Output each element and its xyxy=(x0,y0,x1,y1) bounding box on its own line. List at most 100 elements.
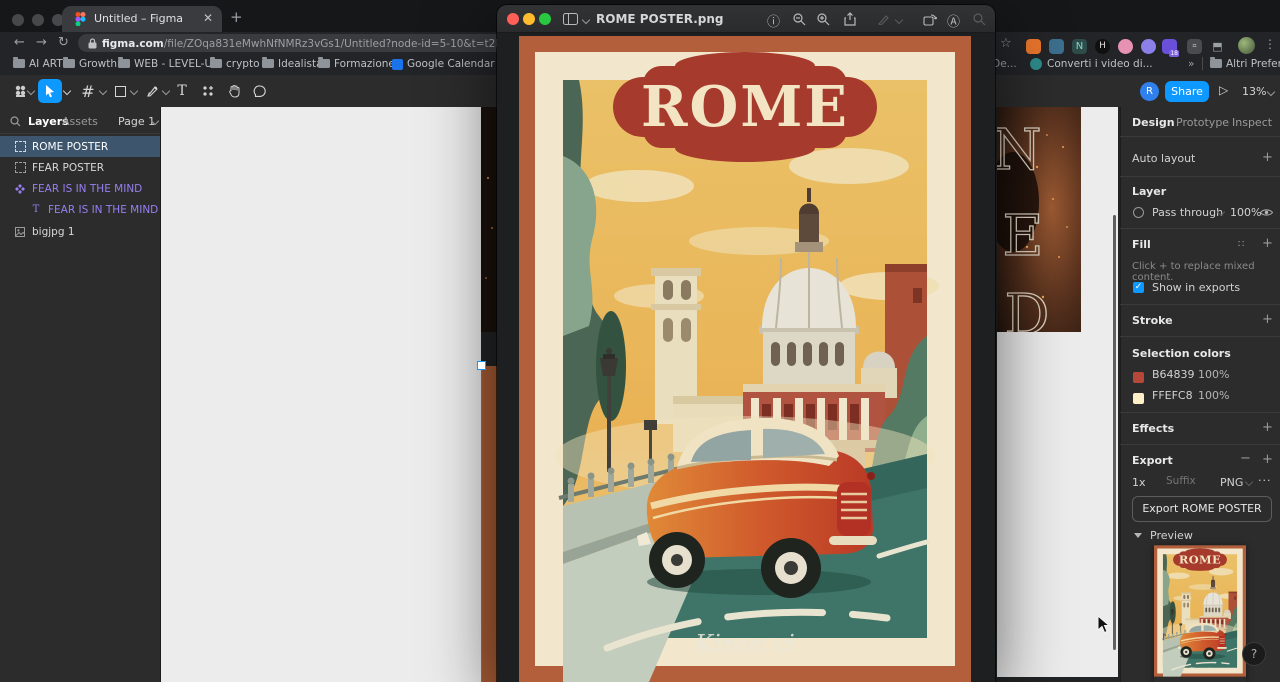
close-window-icon[interactable] xyxy=(12,14,24,26)
zoom-window-icon[interactable] xyxy=(539,13,551,25)
layer-row-fear-poster[interactable]: FEAR POSTER xyxy=(0,157,160,178)
tab-design[interactable]: Design xyxy=(1132,116,1175,129)
blend-mode-value[interactable]: Pass through xyxy=(1152,206,1223,219)
sidebar-chevron-icon[interactable] xyxy=(581,15,591,25)
extension-icon-badged[interactable]: 18 xyxy=(1162,39,1179,57)
preview-window[interactable]: ROME POSTER.png ⓘ Ⓐ xyxy=(497,5,995,682)
extensions-puzzle-icon[interactable]: ⬒ xyxy=(1210,39,1225,54)
markup-pencil-icon[interactable] xyxy=(878,13,890,25)
visibility-eye-icon[interactable] xyxy=(1260,208,1273,217)
reload-icon[interactable]: ↻ xyxy=(58,35,69,50)
bookmark-item[interactable]: Formazione xyxy=(334,58,395,70)
pen-tool[interactable] xyxy=(140,79,164,103)
info-icon[interactable]: ⓘ xyxy=(767,11,780,30)
preview-disclosure-icon[interactable] xyxy=(1134,533,1142,538)
extension-icon[interactable] xyxy=(1141,39,1156,54)
sidebar-toggle-icon[interactable] xyxy=(563,13,578,25)
export-add-icon[interactable]: + xyxy=(1262,452,1273,467)
minimize-window-icon[interactable] xyxy=(32,14,44,26)
export-suffix-input[interactable] xyxy=(1164,474,1216,488)
tab-close-icon[interactable]: ✕ xyxy=(203,11,213,25)
bookmark-item[interactable]: crypto xyxy=(226,58,260,70)
auto-layout-add-icon[interactable]: + xyxy=(1262,150,1273,165)
hand-tool[interactable] xyxy=(222,79,246,103)
share-icon[interactable] xyxy=(844,12,856,26)
color-opacity[interactable]: 100% xyxy=(1198,368,1229,381)
show-in-exports-checkbox[interactable]: ✓ xyxy=(1133,282,1144,293)
new-tab-button[interactable]: + xyxy=(230,8,243,26)
search-icon[interactable] xyxy=(973,13,986,26)
fill-add-icon[interactable]: + xyxy=(1262,236,1273,251)
rome-poster-canvas-sliver[interactable] xyxy=(481,366,497,682)
bigjpg-canvas-sliver[interactable] xyxy=(481,107,497,332)
preview-section-label[interactable]: Preview xyxy=(1150,529,1193,542)
frame-tool[interactable]: # xyxy=(76,79,100,103)
move-tool[interactable] xyxy=(38,79,62,103)
markup-chevron-icon[interactable] xyxy=(894,15,904,25)
browser-menu-icon[interactable]: ⋮ xyxy=(1264,37,1276,51)
close-window-icon[interactable] xyxy=(507,13,519,25)
fill-styles-icon[interactable]: ∷ xyxy=(1238,239,1245,250)
tab-assets[interactable]: Assets xyxy=(62,115,98,128)
resources-tool[interactable] xyxy=(196,79,220,103)
export-button[interactable]: Export ROME POSTER xyxy=(1132,496,1272,522)
tab-prototype[interactable]: Prototype xyxy=(1176,116,1229,129)
shape-tool[interactable] xyxy=(108,79,132,103)
layer-opacity[interactable]: 100% xyxy=(1230,206,1261,219)
extension-icon[interactable]: N xyxy=(1072,39,1087,54)
layer-row-fear-text[interactable]: T FEAR IS IN THE MIND xyxy=(0,199,160,220)
bookmark-item[interactable]: Growth xyxy=(79,58,117,70)
export-format[interactable]: PNG xyxy=(1220,476,1243,489)
page-selector[interactable]: Page 1 xyxy=(118,115,155,128)
forward-icon[interactable]: → xyxy=(36,35,47,50)
bookmark-item[interactable]: Idealista xyxy=(278,58,323,70)
selection-handle[interactable] xyxy=(477,361,486,370)
selection-color-row[interactable] xyxy=(1133,389,1144,408)
zoom-in-icon[interactable] xyxy=(817,13,830,26)
annotate-icon[interactable]: Ⓐ xyxy=(947,11,960,30)
bookmark-item[interactable]: WEB - LEVEL-UP xyxy=(134,58,218,70)
fear-poster-image[interactable]: N E D xyxy=(997,107,1081,332)
color-hex[interactable]: FFEFC8 xyxy=(1152,389,1193,402)
extension-icon[interactable] xyxy=(1049,39,1064,54)
stroke-add-icon[interactable]: + xyxy=(1262,312,1273,327)
bookmark-star-icon[interactable]: ☆ xyxy=(1000,36,1012,51)
export-scale[interactable]: 1x xyxy=(1132,476,1146,489)
bookmark-item[interactable]: Altri Preferiti xyxy=(1226,58,1280,70)
extension-icon[interactable] xyxy=(1026,39,1041,54)
browser-profile-avatar[interactable] xyxy=(1238,37,1255,54)
color-swatch[interactable] xyxy=(1133,393,1144,404)
color-hex[interactable]: B64839 xyxy=(1152,368,1195,381)
bookmarks-overflow-chevron[interactable]: » xyxy=(1188,58,1194,70)
zoom-level[interactable]: 13% xyxy=(1242,85,1266,98)
bookmark-item[interactable]: Google Calendar -... xyxy=(407,58,512,70)
present-play-icon[interactable]: ▷ xyxy=(1219,83,1228,97)
layer-row-fear-component[interactable]: FEAR IS IN THE MIND xyxy=(0,178,160,199)
selection-color-row[interactable] xyxy=(1133,368,1144,387)
comment-tool[interactable] xyxy=(248,79,272,103)
canvas-frame-empty[interactable] xyxy=(161,107,481,682)
bookmark-item[interactable]: Converti i video di... xyxy=(1047,58,1153,70)
text-tool[interactable]: T xyxy=(170,79,194,103)
layer-row-rome-poster[interactable]: ROME POSTER xyxy=(0,136,160,157)
minimize-window-icon[interactable] xyxy=(523,13,535,25)
search-icon[interactable] xyxy=(10,116,21,127)
export-remove-icon[interactable]: − xyxy=(1240,451,1251,466)
extension-icon[interactable] xyxy=(1118,39,1133,54)
zoom-out-icon[interactable] xyxy=(793,13,806,26)
figma-user-avatar[interactable]: R xyxy=(1140,82,1159,101)
export-menu-icon[interactable]: ··· xyxy=(1258,474,1272,487)
effects-add-icon[interactable]: + xyxy=(1262,420,1273,435)
bookmark-item[interactable]: AI ART xyxy=(29,58,63,70)
color-opacity[interactable]: 100% xyxy=(1198,389,1229,402)
color-swatch[interactable] xyxy=(1133,372,1144,383)
back-icon[interactable]: ← xyxy=(14,35,25,50)
extension-icon[interactable]: ⌗ xyxy=(1187,39,1202,54)
tab-inspect[interactable]: Inspect xyxy=(1232,116,1272,129)
share-button[interactable]: Share xyxy=(1165,81,1209,102)
rotate-icon[interactable] xyxy=(923,13,937,26)
canvas-scrollbar[interactable] xyxy=(1113,215,1116,650)
extension-icon[interactable]: H xyxy=(1095,39,1110,54)
help-button[interactable]: ? xyxy=(1242,642,1266,666)
preview-titlebar[interactable]: ROME POSTER.png ⓘ Ⓐ xyxy=(497,5,995,33)
